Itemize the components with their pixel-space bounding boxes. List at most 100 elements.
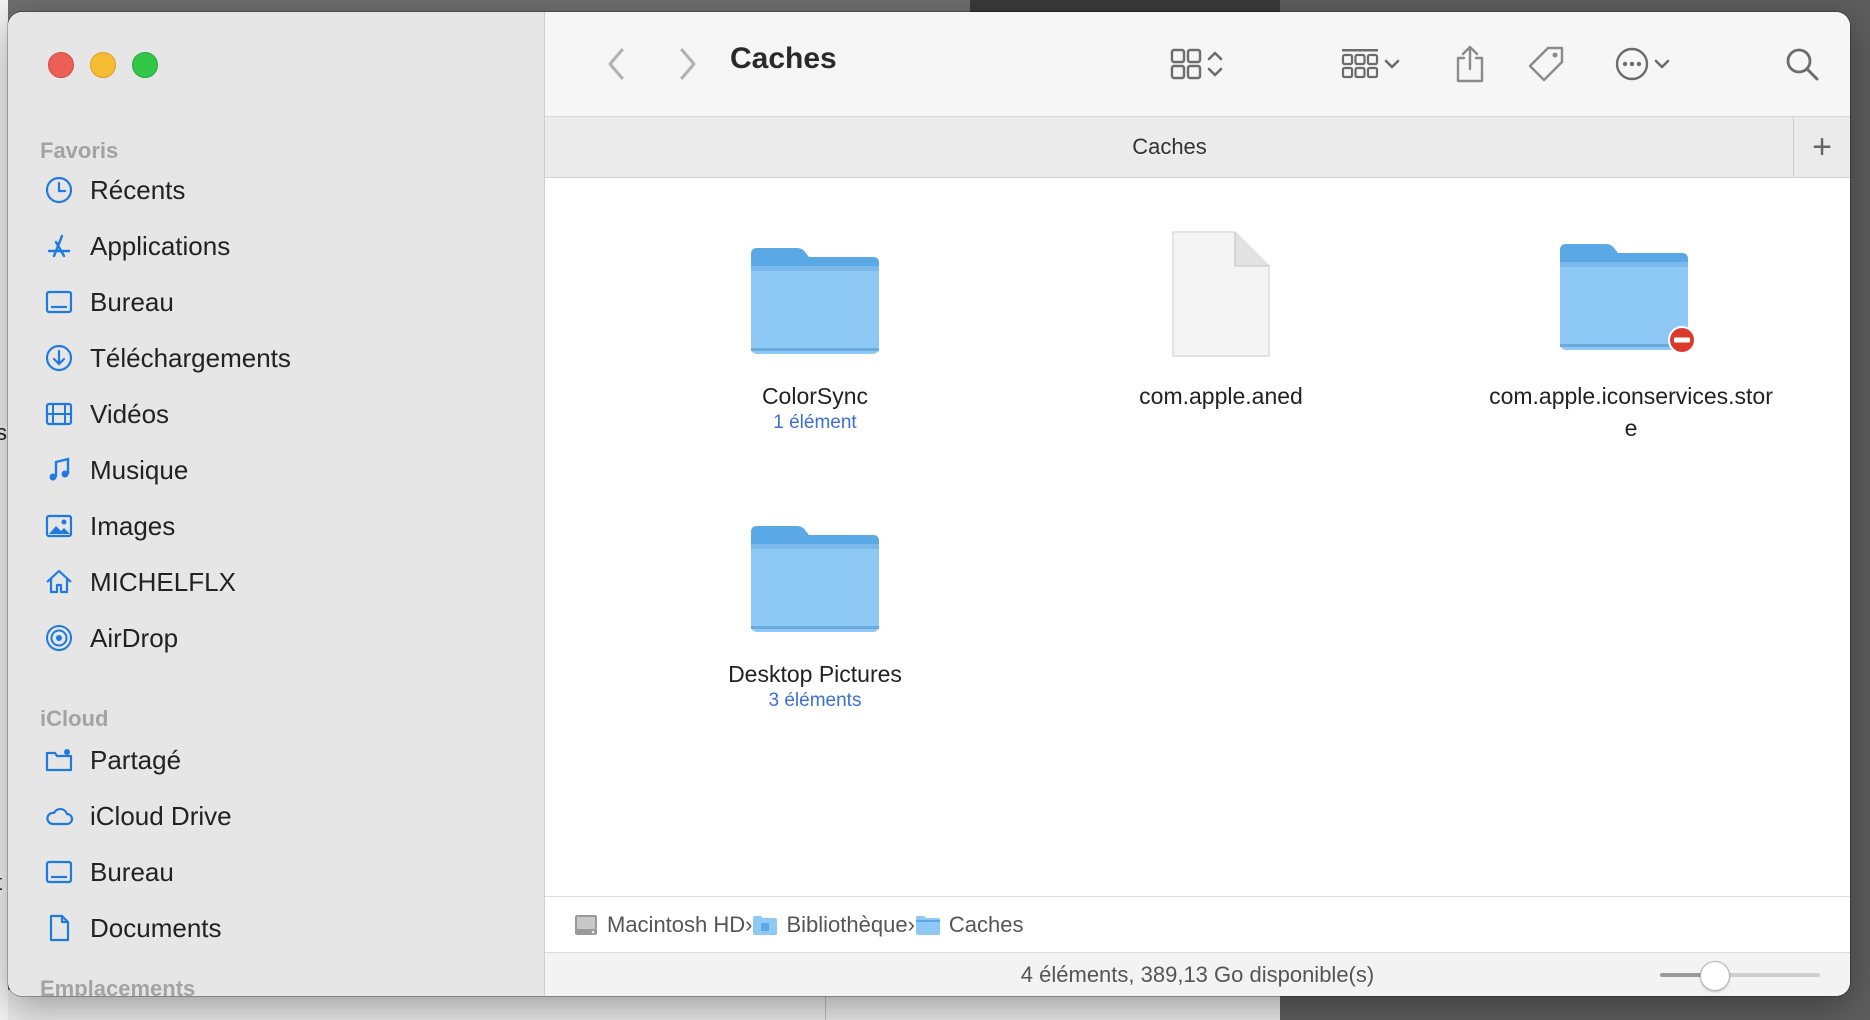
- sidebar-section-icloud: iCloud: [40, 706, 109, 731]
- sidebar: Favoris Récents Applications Bureau Télé…: [8, 12, 545, 996]
- folder-icon: [751, 248, 879, 354]
- file-subtitle: 3 éléments: [768, 690, 862, 711]
- background-window-left: s t: [0, 0, 8, 1020]
- airdrop-icon: [42, 621, 76, 655]
- fullscreen-window-button[interactable]: [132, 52, 158, 78]
- window-controls: [48, 52, 158, 78]
- sidebar-item-label: MICHELFLX: [90, 566, 236, 597]
- folder-icon: [751, 526, 879, 632]
- tab-caches[interactable]: Caches: [545, 117, 1794, 177]
- forward-button[interactable]: [668, 42, 708, 86]
- sidebar-item-label: AirDrop: [90, 622, 179, 653]
- sidebar-item-bureau-icloud[interactable]: Bureau: [42, 850, 174, 894]
- file-name: Desktop Pictures: [728, 661, 902, 687]
- status-text: 4 éléments, 389,13 Go disponible(s): [1020, 962, 1375, 987]
- photo-icon: [42, 509, 76, 543]
- sidebar-item-label: Applications: [90, 230, 231, 261]
- share-icon: [1456, 45, 1484, 83]
- sidebar-item-telechargements[interactable]: Téléchargements: [42, 336, 291, 380]
- sidebar-item-airdrop[interactable]: AirDrop: [42, 616, 178, 660]
- chevron-right-icon: [680, 48, 696, 80]
- file-grid: ColorSync 1 élément com.apple.aned com.a…: [545, 178, 1850, 896]
- file-name: com.apple.iconservices.stor e: [1489, 383, 1773, 441]
- path-item-label: Macintosh HD: [607, 912, 746, 937]
- music-icon: [42, 453, 76, 487]
- sidebar-item-documents[interactable]: Documents: [42, 906, 222, 950]
- sidebar-item-icloud-drive[interactable]: iCloud Drive: [42, 794, 232, 838]
- document-icon: [1172, 231, 1270, 357]
- sidebar-item-recents[interactable]: Récents: [42, 168, 185, 212]
- sidebar-item-home[interactable]: MICHELFLX: [42, 560, 236, 604]
- desktop-icon: [42, 855, 76, 889]
- file-item-desktop-pictures[interactable]: Desktop Pictures 3 éléments: [645, 498, 985, 712]
- chevron-down-icon: [1654, 59, 1670, 69]
- plus-icon: +: [1812, 127, 1832, 166]
- sidebar-item-label: Bureau: [90, 856, 174, 887]
- sidebar-item-label: Musique: [90, 454, 189, 485]
- view-mode-button[interactable]: [1158, 42, 1238, 86]
- sidebar-item-label: Bureau: [90, 286, 174, 317]
- sidebar-section-favoris: Favoris: [40, 138, 119, 163]
- new-tab-button[interactable]: +: [1793, 117, 1850, 177]
- path-item-bibliotheque[interactable]: Bibliothèque: [752, 912, 908, 938]
- file-subtitle: 1 élément: [773, 412, 857, 433]
- library-folder-icon: [752, 913, 778, 937]
- hard-drive-icon: [573, 912, 599, 938]
- chevron-updown-icon: [1207, 51, 1223, 77]
- close-window-button[interactable]: [48, 52, 74, 78]
- sidebar-item-applications[interactable]: Applications: [42, 224, 230, 268]
- search-button[interactable]: [1780, 42, 1824, 86]
- tag-icon: [1528, 46, 1564, 82]
- document-icon: [42, 911, 76, 945]
- sidebar-item-label: iCloud Drive: [90, 800, 232, 831]
- tab-bar: Caches +: [545, 116, 1850, 178]
- file-item-iconservices-store[interactable]: com.apple.iconservices.stor e: [1451, 220, 1811, 444]
- applications-icon: [42, 229, 76, 263]
- film-icon: [42, 397, 76, 431]
- window-title: Caches: [730, 42, 837, 75]
- sidebar-item-partage[interactable]: Partagé: [42, 738, 181, 782]
- back-button[interactable]: [596, 42, 636, 86]
- path-item-caches[interactable]: Caches: [915, 912, 1024, 938]
- path-item-label: Bibliothèque: [786, 912, 908, 937]
- more-actions-button[interactable]: [1606, 42, 1682, 86]
- desktop-icon: [42, 285, 76, 319]
- sidebar-item-images[interactable]: Images: [42, 504, 175, 548]
- share-button[interactable]: [1448, 42, 1492, 86]
- sidebar-item-label: Récents: [90, 174, 186, 205]
- sidebar-item-videos[interactable]: Vidéos: [42, 392, 169, 436]
- restricted-folder-icon: [1560, 244, 1696, 354]
- tags-button[interactable]: [1524, 42, 1568, 86]
- status-bar: 4 éléments, 389,13 Go disponible(s): [545, 952, 1850, 996]
- sidebar-section-emplacements: Emplacements: [40, 976, 196, 996]
- path-bar: Macintosh HD › Bibliothèque › Caches: [545, 896, 1850, 953]
- path-item-macintosh-hd[interactable]: Macintosh HD: [573, 912, 745, 938]
- chevron-right-icon: ›: [745, 912, 753, 937]
- minimize-window-button[interactable]: [90, 52, 116, 78]
- sidebar-item-musique[interactable]: Musique: [42, 448, 188, 492]
- file-item-colorsync[interactable]: ColorSync 1 élément: [645, 220, 985, 434]
- file-item-com-apple-aned[interactable]: com.apple.aned: [1051, 220, 1391, 412]
- icon-grid-icon: [1170, 48, 1202, 80]
- folder-icon: [915, 913, 941, 937]
- sidebar-item-label: Images: [90, 510, 176, 541]
- home-icon: [42, 565, 76, 599]
- sidebar-item-label: Partagé: [90, 744, 182, 775]
- group-grid-icon: [1341, 49, 1379, 79]
- search-icon: [1786, 48, 1819, 81]
- sidebar-item-label: Vidéos: [90, 398, 170, 429]
- sidebar-item-label: Téléchargements: [90, 342, 291, 373]
- sidebar-item-bureau[interactable]: Bureau: [42, 280, 174, 324]
- icon-size-slider[interactable]: [1660, 961, 1820, 991]
- slider-knob[interactable]: [1700, 961, 1730, 991]
- sidebar-item-label: Documents: [90, 912, 222, 943]
- chevron-down-icon: [1384, 59, 1400, 69]
- group-by-button[interactable]: [1334, 42, 1410, 86]
- path-item-label: Caches: [948, 912, 1024, 937]
- file-name: ColorSync: [761, 383, 869, 409]
- ellipsis-circle-icon: [1615, 47, 1649, 81]
- chevron-left-icon: [608, 48, 624, 80]
- download-icon: [42, 341, 76, 375]
- chevron-right-icon: ›: [907, 912, 915, 937]
- finder-window: Favoris Récents Applications Bureau Télé…: [8, 12, 1850, 996]
